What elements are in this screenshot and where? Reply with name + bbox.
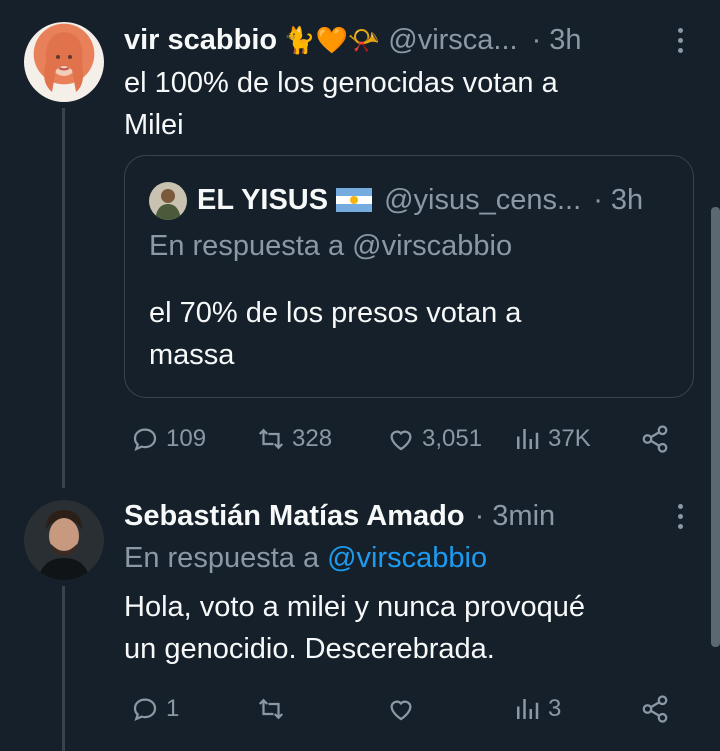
avatar-vir-scabbio[interactable] bbox=[24, 22, 104, 102]
reply-count: 1 bbox=[166, 695, 180, 722]
share-icon bbox=[642, 425, 668, 453]
author-name[interactable]: vir scabbio bbox=[124, 24, 277, 57]
reply-icon bbox=[133, 698, 157, 722]
share-button[interactable] bbox=[640, 694, 670, 724]
quote-author-handle[interactable]: @yisus_cens... bbox=[384, 184, 581, 217]
tweet1-header: vir scabbio 🐈🧡📯 @virsca... · 3h bbox=[124, 22, 582, 58]
reply-context-handle[interactable]: @virscabbio bbox=[327, 542, 487, 575]
share-button[interactable] bbox=[640, 424, 670, 454]
argentina-flag-icon bbox=[336, 188, 373, 212]
reply-button[interactable]: 1 bbox=[130, 694, 179, 724]
more-options-icon[interactable] bbox=[676, 28, 684, 53]
views-count: 37K bbox=[548, 425, 591, 452]
thread-line-top bbox=[62, 108, 65, 488]
views-button[interactable]: 3 bbox=[512, 694, 561, 724]
retweet-icon bbox=[258, 428, 284, 450]
thread-line-bottom bbox=[62, 586, 65, 751]
avatar-sebastian[interactable] bbox=[24, 500, 104, 580]
retweet-icon bbox=[258, 698, 284, 720]
retweet-button[interactable] bbox=[256, 694, 292, 724]
author-handle[interactable]: @virsca... bbox=[388, 24, 517, 57]
tweet-text-line: el 100% de los genocidas votan a bbox=[124, 67, 558, 99]
quote-text-line: massa bbox=[149, 339, 235, 371]
reply-count: 109 bbox=[166, 425, 207, 452]
quote-time[interactable]: · 3h bbox=[593, 184, 643, 217]
avatar-portrait-icon bbox=[38, 510, 90, 580]
more-options-icon[interactable] bbox=[676, 504, 684, 529]
scrollbar[interactable] bbox=[711, 207, 720, 647]
views-count: 3 bbox=[548, 695, 562, 722]
retweet-button[interactable]: 328 bbox=[256, 424, 332, 454]
avatar-portrait-icon bbox=[155, 189, 181, 220]
quote-reply-context: En respuesta a @virscabbio bbox=[149, 230, 513, 262]
views-button[interactable]: 37K bbox=[512, 424, 591, 454]
quoted-tweet-card[interactable]: EL YISUS @yisus_cens... · 3h En respuest… bbox=[124, 155, 694, 398]
like-count: 3,051 bbox=[422, 425, 483, 452]
tweet1-text: el 100% de los genocidas votan a Milei bbox=[124, 62, 558, 146]
quote-author-name[interactable]: EL YISUS bbox=[197, 184, 328, 217]
quote-text-line: el 70% de los presos votan a bbox=[149, 297, 522, 329]
tweet-text-line: Hola, voto a milei y nunca provoqué bbox=[124, 591, 586, 623]
author-name[interactable]: Sebastián Matías Amado bbox=[124, 500, 465, 533]
views-icon bbox=[517, 699, 539, 719]
like-button[interactable]: 3,051 bbox=[386, 424, 482, 454]
tweet2-header: Sebastián Matías Amado · 3min bbox=[124, 498, 555, 534]
quote-header: EL YISUS @yisus_cens... · 3h bbox=[197, 182, 643, 218]
views-icon bbox=[517, 429, 539, 449]
share-icon bbox=[642, 695, 668, 723]
tweet-time[interactable]: · 3h bbox=[532, 24, 582, 57]
retweet-count: 328 bbox=[292, 425, 333, 452]
reply-context: En respuesta a @virscabbio bbox=[124, 540, 487, 576]
reply-icon bbox=[133, 428, 157, 452]
tweet2-text: Hola, voto a milei y nunca provoqué un g… bbox=[124, 586, 585, 670]
reply-button[interactable]: 109 bbox=[130, 424, 206, 454]
tweet-text-line: Milei bbox=[124, 109, 184, 141]
author-emoji: 🐈🧡📯 bbox=[283, 24, 381, 55]
avatar-portrait-icon bbox=[44, 32, 84, 92]
reply-context-prefix: En respuesta a bbox=[124, 541, 320, 574]
tweet-time[interactable]: · 3min bbox=[475, 500, 556, 533]
quote-text: el 70% de los presos votan a massa bbox=[149, 292, 521, 376]
avatar-el-yisus bbox=[149, 182, 187, 220]
like-button[interactable] bbox=[386, 694, 422, 724]
heart-icon bbox=[390, 700, 412, 721]
heart-icon bbox=[390, 430, 412, 451]
tweet-text-line: un genocidio. Descerebrada. bbox=[124, 633, 495, 665]
